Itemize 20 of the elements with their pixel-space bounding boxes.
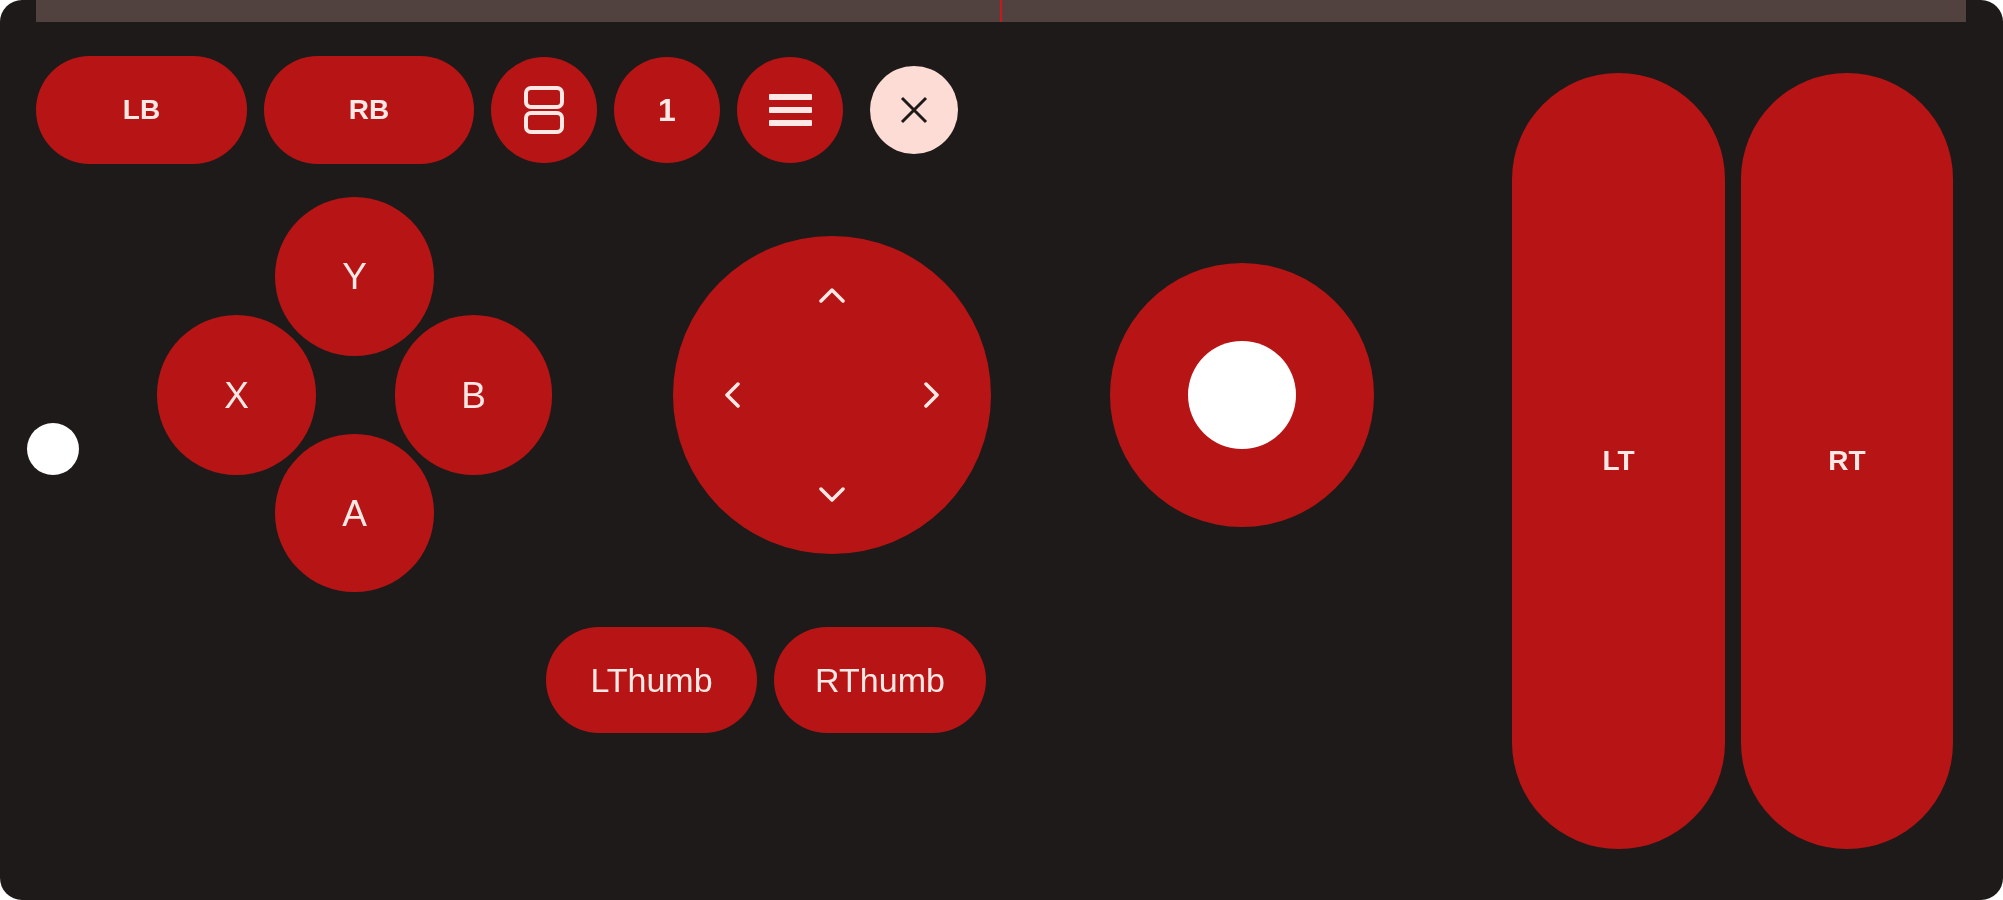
menu-icon [768, 94, 812, 126]
thumb-button[interactable]: LThumb [546, 627, 757, 733]
trigger-button[interactable]: LT [1512, 73, 1725, 849]
shoulder-button[interactable]: LB [36, 56, 247, 164]
face-button[interactable]: Y [275, 197, 434, 356]
chevron-right-icon [924, 380, 940, 409]
trigger-button[interactable]: RT [1741, 73, 1953, 849]
face-button[interactable]: B [395, 315, 552, 475]
stacked-rectangles-icon [524, 86, 564, 134]
chevron-up-icon [818, 286, 846, 303]
number-button[interactable]: 1 [614, 57, 720, 163]
shoulder-button[interactable]: RB [264, 56, 474, 164]
chevron-left-icon [724, 380, 740, 409]
face-button[interactable]: X [157, 315, 316, 475]
marker-icon [1000, 0, 1002, 22]
chevron-down-icon [818, 486, 846, 503]
dot-icon [27, 423, 79, 475]
thumb-button[interactable]: RThumb [774, 627, 986, 733]
close-icon [900, 96, 928, 124]
face-button[interactable]: A [275, 434, 434, 592]
